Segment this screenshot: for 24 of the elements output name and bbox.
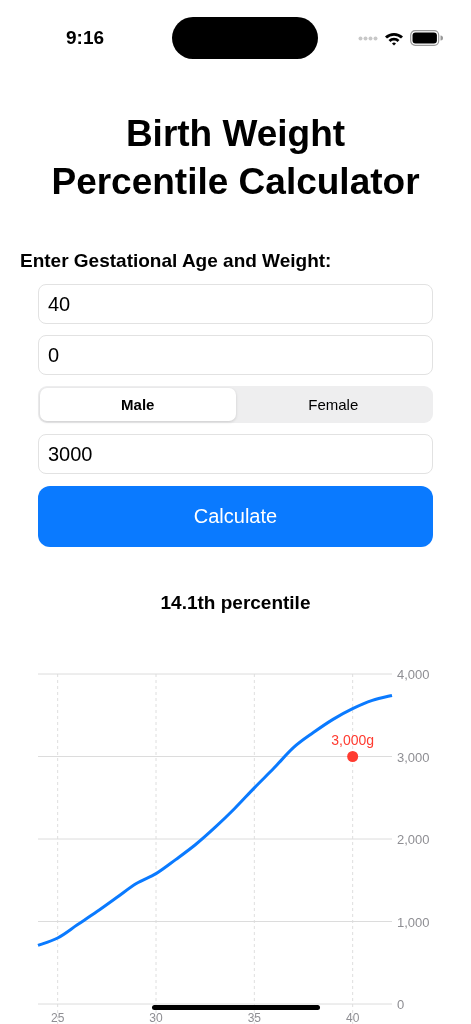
segment-option[interactable]: Female	[235, 388, 431, 421]
calculate-button[interactable]: Calculate	[38, 486, 433, 547]
input-field[interactable]: 0	[38, 335, 433, 375]
axis-label: 0	[397, 997, 405, 1012]
status-time: 9:16	[66, 27, 105, 49]
point-label: 3,000g	[331, 731, 375, 748]
input-field[interactable]: 3000	[38, 434, 433, 474]
axis-label: 2,000	[397, 832, 430, 847]
axis-label: 3,000	[397, 749, 430, 765]
page-title: Birth Weight Percentile Calculator	[50, 112, 421, 204]
axis-label: 35	[247, 1011, 261, 1024]
result-text: 14.1th percentile	[159, 592, 312, 614]
axis-label: 40	[346, 1011, 360, 1024]
signal-icon	[358, 35, 378, 41]
axis-label: 30	[149, 1011, 163, 1024]
input-field[interactable]: 40	[38, 284, 433, 324]
axis-label: 1,000	[397, 914, 430, 930]
axis-label: 25	[51, 1011, 65, 1024]
data-point	[347, 751, 359, 762]
battery-icon	[410, 30, 443, 46]
axis-label: 4,000	[397, 667, 430, 682]
segment-option[interactable]: Male	[40, 388, 236, 421]
form-label: Enter Gestational Age and Weight:	[20, 250, 333, 272]
wifi-icon	[384, 30, 404, 46]
